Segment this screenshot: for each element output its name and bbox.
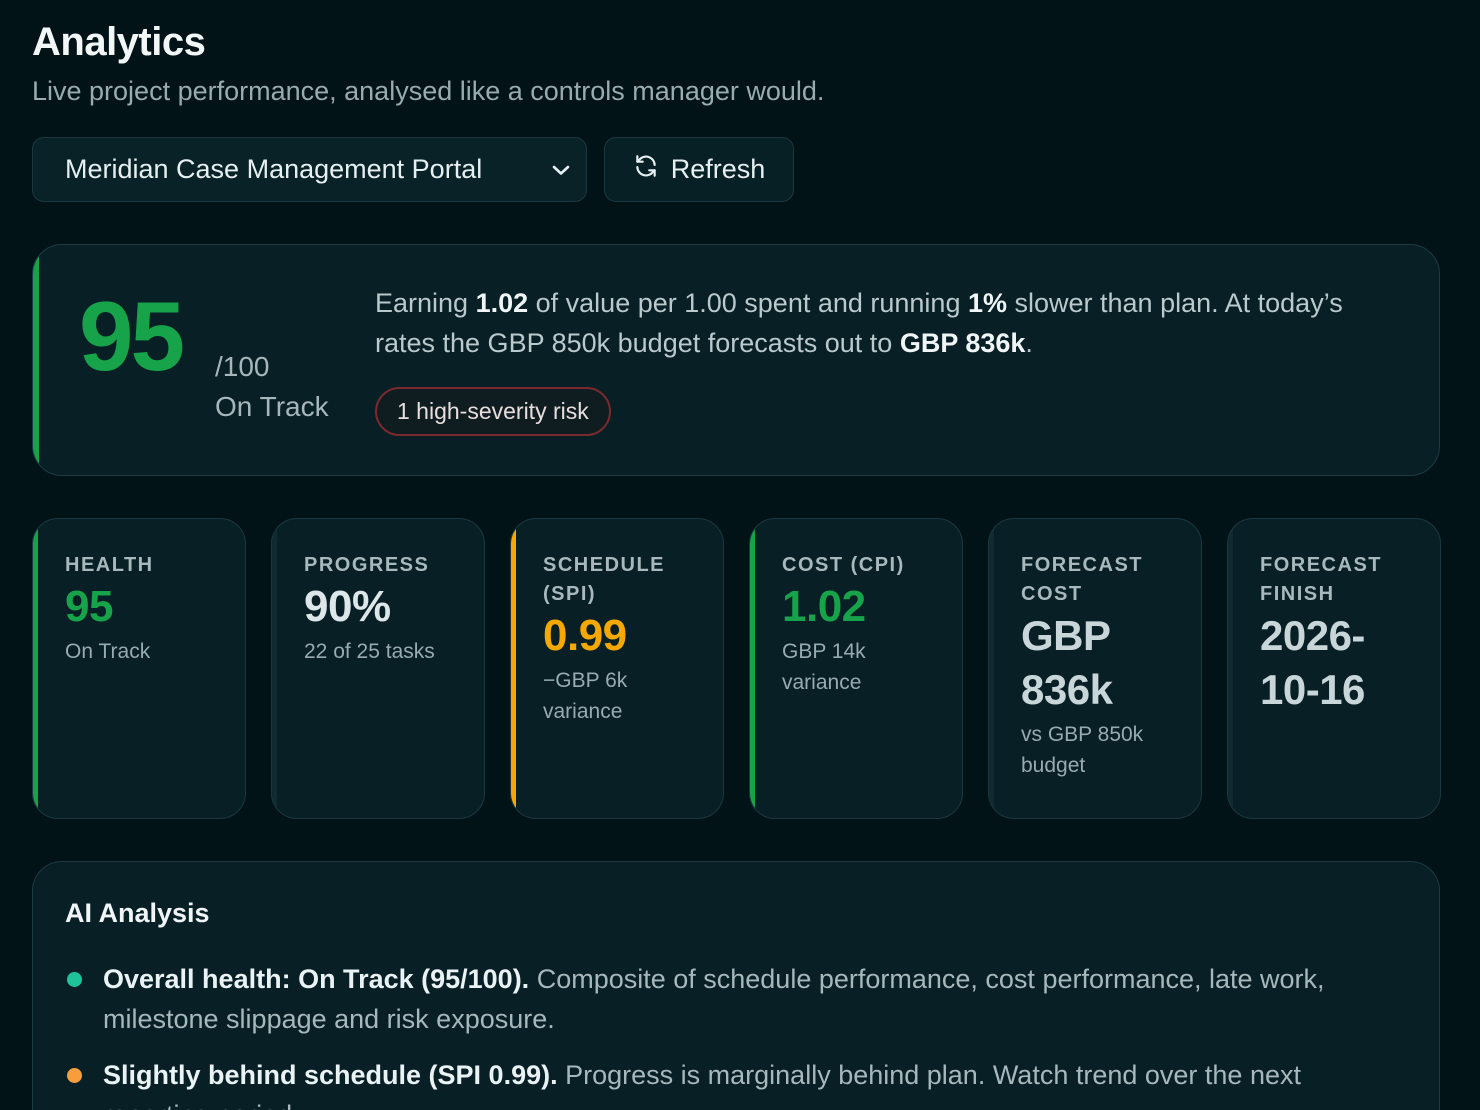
refresh-label: Refresh xyxy=(670,154,766,184)
kpi-card-schedule: Schedule (SPI) 0.99 −GBP 6k variance xyxy=(510,518,724,819)
kpi-card-cost: Cost (CPI) 1.02 GBP 14k variance xyxy=(749,518,963,819)
kpi-label: Cost (CPI) xyxy=(782,554,905,576)
kpi-label: Progress xyxy=(304,554,430,576)
kpi-card-forecast-cost: Forecast Cost GBP 836k vs GBP 850k budge… xyxy=(988,518,1202,819)
kpi-value: GBP 836k xyxy=(1021,612,1113,713)
refresh-button[interactable]: Refresh xyxy=(604,137,794,202)
kpi-label: Schedule (SPI) xyxy=(543,554,666,605)
kpi-value: 95 xyxy=(65,582,113,631)
status-dot-icon xyxy=(67,1068,82,1083)
analysis-item: Slightly behind schedule (SPI 0.99). Pro… xyxy=(65,1055,1407,1110)
analytics-page: Analytics Live project performance, anal… xyxy=(0,0,1480,1110)
kpi-label: Forecast Cost xyxy=(1021,554,1143,605)
chevron-down-icon xyxy=(550,159,572,181)
kpi-value: 90% xyxy=(304,582,391,631)
kpi-label: Forecast Finish xyxy=(1260,554,1382,605)
kpi-sub: On Track xyxy=(65,640,151,663)
kpi-card-health: Health 95 On Track xyxy=(32,518,246,819)
ai-analysis-title: AI Analysis xyxy=(65,898,210,928)
kpi-label: Health xyxy=(65,554,154,576)
status-dot-icon xyxy=(67,972,82,987)
kpi-sub: GBP 14k variance xyxy=(782,640,866,694)
health-score: 95 xyxy=(79,281,185,391)
health-score-max: /100 xyxy=(215,351,270,382)
controls-bar: Meridian Case Management Portal Refresh xyxy=(32,137,794,202)
project-select[interactable]: Meridian Case Management Portal xyxy=(32,137,587,202)
page-subtitle: Live project performance, analysed like … xyxy=(32,76,825,106)
health-status: On Track xyxy=(215,391,329,422)
ai-analysis-panel: AI Analysis Overall health: On Track (95… xyxy=(32,861,1440,1110)
kpi-cards: Health 95 On Track Progress 90% 22 of 25… xyxy=(32,518,1441,819)
project-select-value: Meridian Case Management Portal xyxy=(65,154,483,184)
kpi-card-forecast-finish: Forecast Finish 2026-10-16 xyxy=(1227,518,1441,819)
refresh-icon xyxy=(633,153,659,186)
health-summary-text: Earning 1.02 of value per 1.00 spent and… xyxy=(375,288,1343,358)
risk-badge[interactable]: 1 high-severity risk xyxy=(375,387,611,436)
kpi-sub: −GBP 6k variance xyxy=(543,669,628,723)
health-summary-panel: 95 /100 On Track Earning 1.02 of value p… xyxy=(32,244,1440,476)
page-title: Analytics xyxy=(32,20,206,64)
kpi-card-progress: Progress 90% 22 of 25 tasks xyxy=(271,518,485,819)
analysis-item: Overall health: On Track (95/100). Compo… xyxy=(65,959,1407,1039)
kpi-value: 0.99 xyxy=(543,611,627,660)
kpi-value: 1.02 xyxy=(782,582,866,631)
kpi-value: 2026-10-16 xyxy=(1260,612,1365,713)
kpi-sub: 22 of 25 tasks xyxy=(304,640,435,663)
kpi-sub: vs GBP 850k budget xyxy=(1021,723,1144,777)
